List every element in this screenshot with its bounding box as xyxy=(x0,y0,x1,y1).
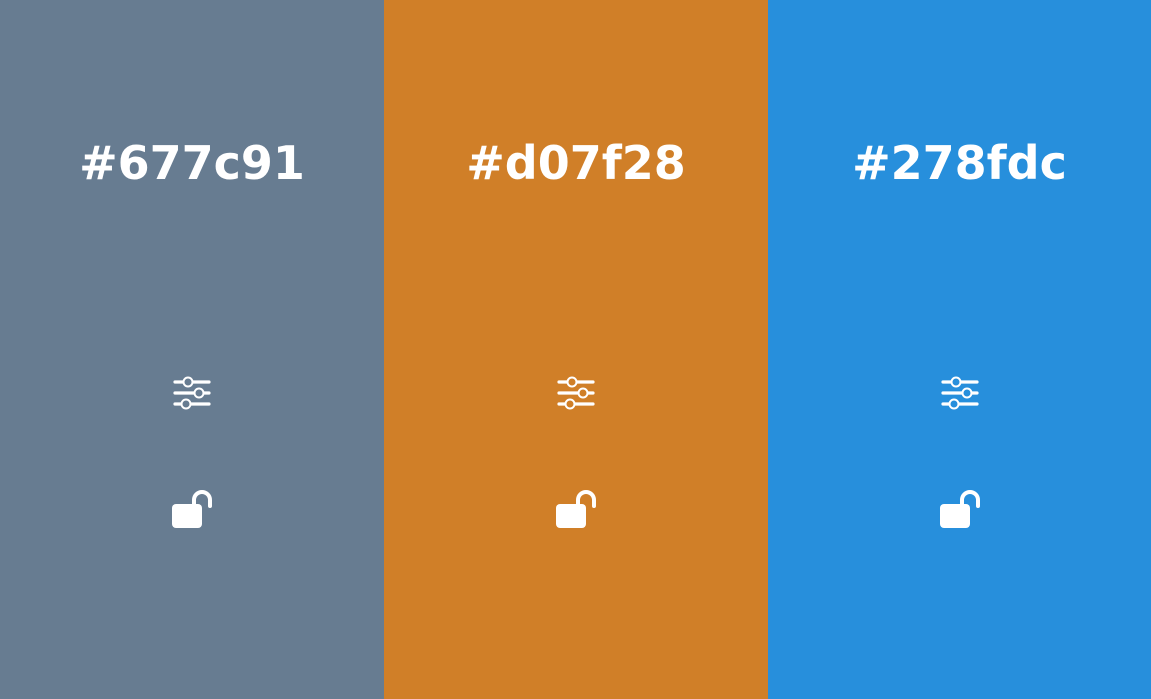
hex-label[interactable]: #677c91 xyxy=(0,134,384,192)
hex-label[interactable]: #d07f28 xyxy=(384,134,768,192)
adjust-button[interactable] xyxy=(938,372,982,414)
unlock-icon xyxy=(554,490,598,530)
unlock-icon xyxy=(170,490,214,530)
sliders-icon xyxy=(940,376,979,410)
lock-toggle-button[interactable] xyxy=(168,488,216,532)
color-swatch-2: #d07f28 xyxy=(384,0,768,699)
color-swatch-3: #278fdc xyxy=(768,0,1151,699)
lock-toggle-button[interactable] xyxy=(552,488,600,532)
color-palette: #677c91 #d07f28 #278fdc xyxy=(0,0,1151,699)
hex-label[interactable]: #278fdc xyxy=(768,134,1151,192)
lock-toggle-button[interactable] xyxy=(936,488,984,532)
adjust-button[interactable] xyxy=(170,372,214,414)
adjust-button[interactable] xyxy=(554,372,598,414)
sliders-icon xyxy=(557,376,595,410)
unlock-icon xyxy=(938,490,982,530)
color-swatch-1: #677c91 xyxy=(0,0,384,699)
sliders-icon xyxy=(173,376,211,410)
